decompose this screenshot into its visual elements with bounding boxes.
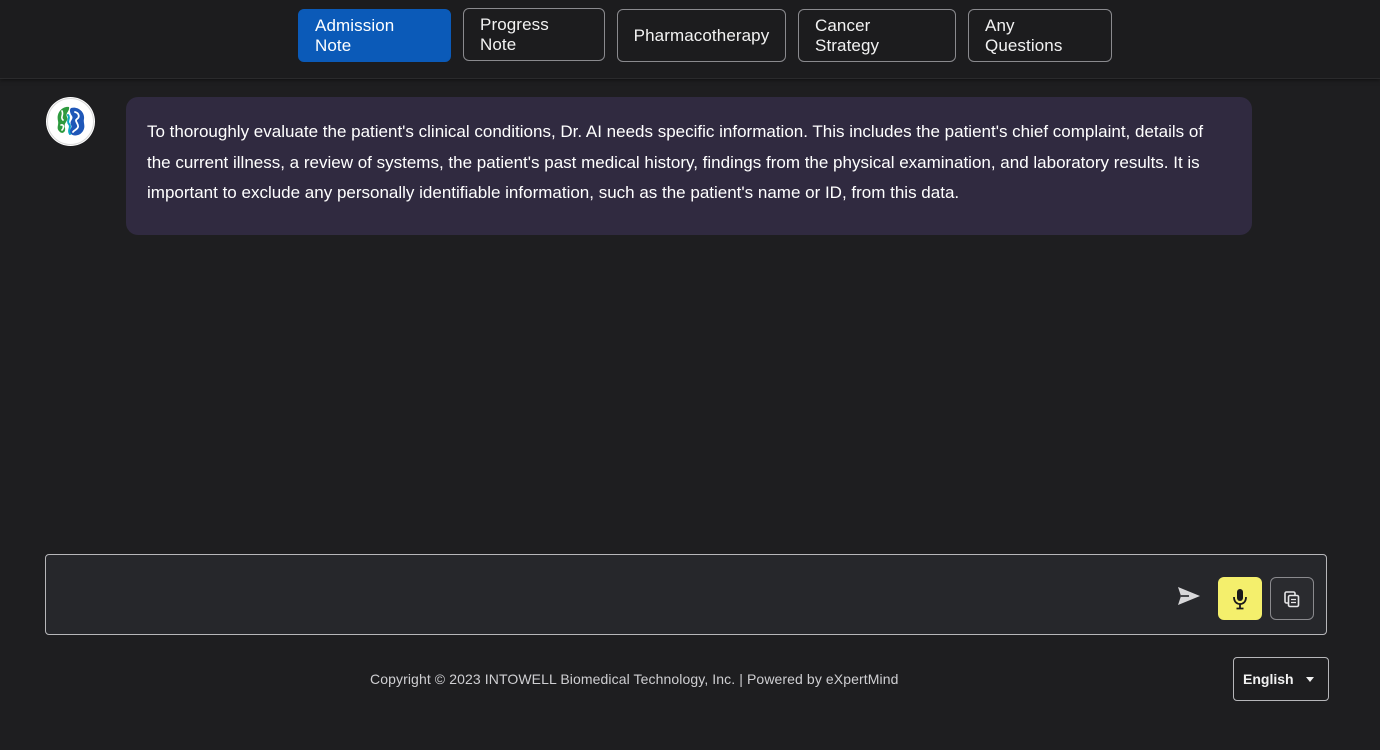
assistant-message-bubble: To thoroughly evaluate the patient's cli… [126, 97, 1252, 235]
copyright-footer: Copyright © 2023 INTOWELL Biomedical Tec… [370, 671, 899, 687]
tab-progress-note[interactable]: Progress Note [463, 8, 605, 61]
copy-button[interactable] [1270, 577, 1314, 620]
microphone-button[interactable] [1218, 577, 1262, 620]
mode-tabs: Admission Note Progress Note Pharmacothe… [298, 8, 1112, 62]
tab-admission-note[interactable]: Admission Note [298, 9, 451, 62]
chat-input[interactable] [60, 565, 1164, 625]
assistant-avatar [46, 97, 95, 146]
send-icon [1178, 587, 1200, 605]
top-navigation-bar: Admission Note Progress Note Pharmacothe… [0, 0, 1380, 79]
message-composer [45, 554, 1327, 635]
copy-icon [1284, 590, 1300, 607]
language-select-label: English [1243, 671, 1294, 687]
microphone-icon [1233, 588, 1247, 609]
tab-pharmacotherapy[interactable]: Pharmacotherapy [617, 9, 786, 62]
send-button[interactable] [1174, 583, 1204, 609]
tab-cancer-strategy[interactable]: Cancer Strategy [798, 9, 956, 62]
tab-any-questions[interactable]: Any Questions [968, 9, 1112, 62]
language-select[interactable]: English [1233, 657, 1329, 701]
brain-logo-icon [47, 98, 94, 145]
chevron-down-icon [1306, 677, 1314, 682]
